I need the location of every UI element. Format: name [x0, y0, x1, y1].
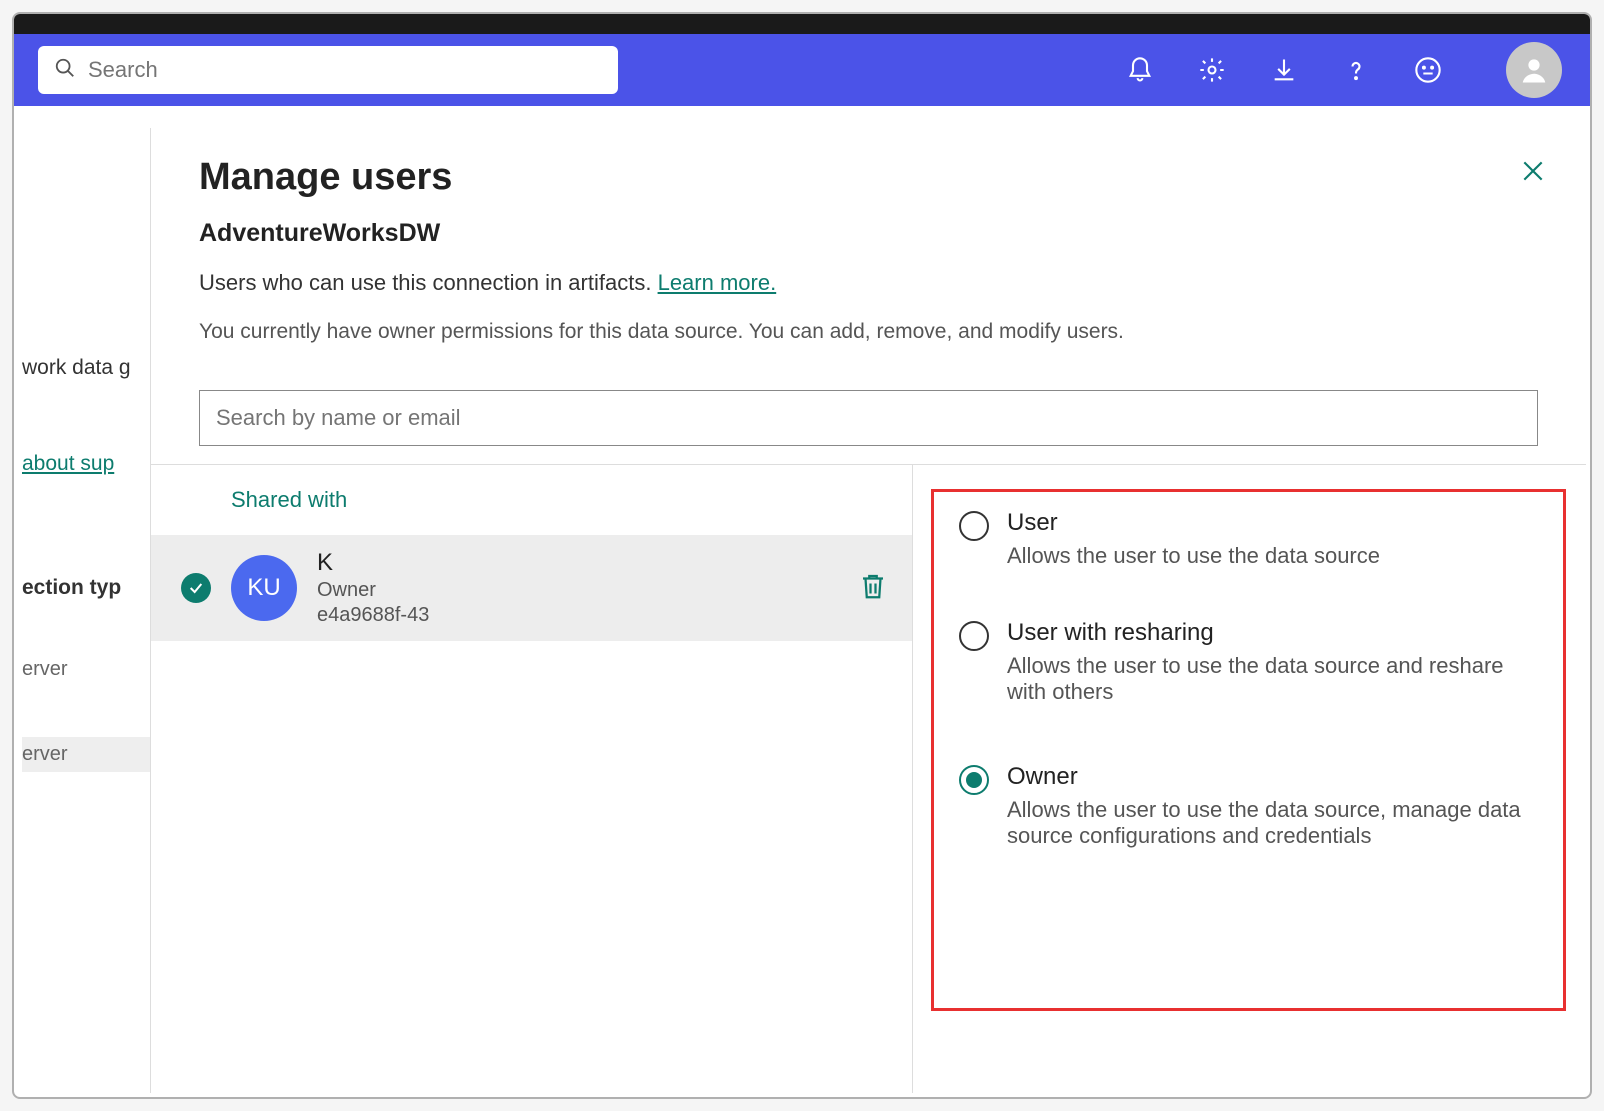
panel-description: Users who can use this connection in art… [199, 270, 1538, 296]
role-description: Allows the user to use the data source, … [1007, 797, 1527, 849]
user-avatar[interactable] [1506, 42, 1562, 98]
panel-subtitle: AdventureWorksDW [199, 219, 1538, 248]
user-row-name: K [317, 549, 838, 577]
notifications-icon[interactable] [1126, 56, 1154, 84]
role-label: User with resharing [1007, 619, 1527, 647]
radio-icon [959, 765, 989, 795]
role-description: Allows the user to use the data source [1007, 543, 1380, 569]
window-titlebar [14, 14, 1590, 34]
user-row-avatar: KU [231, 555, 297, 621]
panel-title: Manage users [199, 156, 1538, 199]
radio-icon [959, 511, 989, 541]
background-content: work data g about sup ection typ erver e… [14, 106, 154, 1097]
role-option-owner[interactable]: Owner Allows the user to use the data sou… [949, 749, 1562, 873]
global-search[interactable] [38, 46, 618, 94]
user-search-input[interactable] [216, 405, 1521, 431]
bg-server-1: erver [22, 658, 154, 681]
bg-gateway-text: work data g [22, 356, 154, 380]
settings-icon[interactable] [1198, 56, 1226, 84]
bg-server-2: erver [22, 737, 154, 772]
close-button[interactable] [1520, 158, 1546, 189]
role-option-user-with-resharing[interactable]: User with resharing Allows the user to us… [949, 605, 1562, 729]
role-selector: User Allows the user to use the data sour… [913, 465, 1586, 1093]
radio-icon [959, 621, 989, 651]
user-row-id: e4a9688f-43 [317, 604, 838, 627]
selected-check-icon [181, 573, 211, 603]
delete-user-button[interactable] [858, 571, 888, 606]
role-label: User [1007, 509, 1380, 537]
user-row[interactable]: KU K Owner e4a9688f-43 [151, 535, 912, 641]
user-search[interactable] [199, 390, 1538, 446]
bg-about-link[interactable]: about sup [22, 452, 154, 476]
bg-connection-type: ection typ [22, 576, 154, 600]
app-header [14, 34, 1590, 106]
global-search-input[interactable] [88, 57, 602, 83]
role-description: Allows the user to use the data source a… [1007, 653, 1527, 705]
role-option-user[interactable]: User Allows the user to use the data sour… [949, 495, 1562, 593]
permission-note: You currently have owner permissions for… [199, 320, 1538, 344]
shared-with-tab[interactable]: Shared with [151, 465, 912, 535]
feedback-icon[interactable] [1414, 56, 1442, 84]
help-icon[interactable] [1342, 56, 1370, 84]
user-row-role: Owner [317, 579, 838, 602]
manage-users-panel: Manage users AdventureWorksDW Users who … [150, 128, 1586, 1093]
download-icon[interactable] [1270, 56, 1298, 84]
search-icon [54, 57, 76, 84]
role-label: Owner [1007, 763, 1527, 791]
learn-more-link[interactable]: Learn more. [658, 270, 777, 295]
